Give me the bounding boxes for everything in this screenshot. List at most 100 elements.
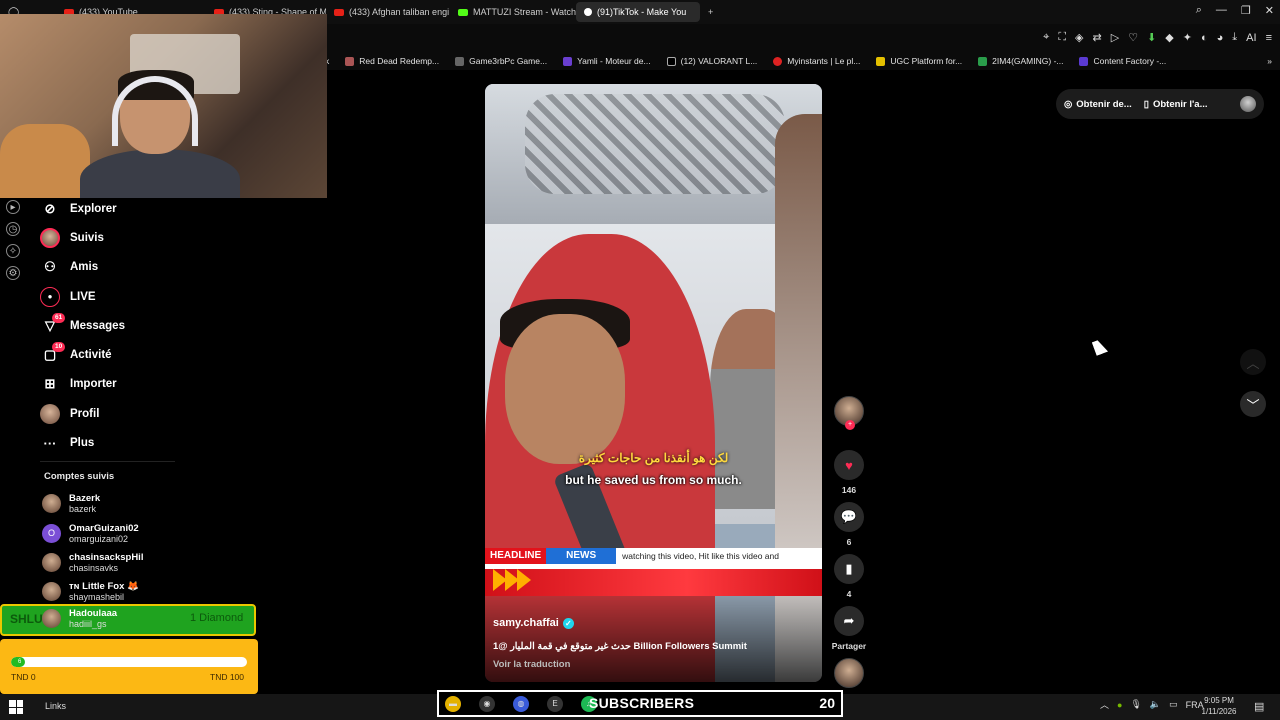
nav-live[interactable]: ● LIVE (40, 282, 240, 311)
chevron-down-icon: ﹀ (1246, 397, 1260, 413)
clock-time: 9:05 PM (1204, 696, 1234, 705)
followed-account[interactable]: chasinsackspHil chasinsavks (42, 548, 242, 577)
nav-plus[interactable]: ··· Plus (40, 428, 240, 457)
bookmark-item[interactable]: (12) VALORANT L... (666, 56, 757, 66)
chrome-icon[interactable]: ◍ (513, 695, 529, 712)
bookmark-item[interactable]: UGC Platform for... (876, 56, 962, 66)
bookmark-item[interactable]: Game3rbPc Game... (455, 56, 547, 66)
bookmarks-more-icon[interactable]: » (1267, 56, 1272, 66)
comment-icon: 💬 (840, 509, 858, 524)
close-icon[interactable]: ✕ (1265, 4, 1274, 17)
diamond-icon[interactable]: ◆ (1165, 31, 1173, 44)
save-count: 4 (846, 589, 852, 599)
shield-icon[interactable]: ◈ (1075, 31, 1083, 44)
nav-explorer[interactable]: ⊘ Explorer (40, 194, 240, 223)
taskbar-clock[interactable]: 9:05 PM 1/11/2026 (1194, 695, 1244, 717)
followed-account[interactable]: O OmarGuizani02 omarguizani02 (42, 518, 242, 547)
bookmark-item[interactable]: Content Factory -... (1079, 56, 1166, 66)
chevron-right-icon (517, 569, 531, 591)
followed-account[interactable]: ᴛɴ Little Fox 🦊 shaymashebil (42, 577, 242, 606)
video-author[interactable]: samy.chaffai ✓ (493, 617, 574, 629)
screenshot-icon[interactable]: ⛶ (1058, 31, 1066, 44)
ticker-text: watching this video, Hit like this video… (622, 551, 779, 561)
nav-messages[interactable]: ▽ 61 Messages (40, 311, 240, 340)
webcam-overlay (0, 14, 327, 198)
tab-afghan[interactable]: (433) Afghan taliban engi (326, 2, 450, 22)
music-disc-avatar[interactable] (834, 658, 864, 688)
player-icon[interactable]: ▸ (6, 200, 20, 214)
mouse-cursor-icon (1091, 338, 1109, 356)
bookmark-item[interactable]: Yamli - Moteur de... (563, 56, 651, 66)
taskbar-apps: ▬ ◉ ◍ E ♫ (439, 695, 597, 712)
get-coins-button[interactable]: ◎ Obtenir de... (1064, 99, 1132, 110)
divider (40, 461, 175, 462)
new-tab-button[interactable]: + (700, 2, 720, 22)
nvidia-icon[interactable]: ● (1117, 700, 1122, 710)
follow-plus-icon[interactable]: + (845, 420, 855, 430)
nav-importer[interactable]: ⊞ Importer (40, 370, 240, 399)
downloads-icon[interactable]: ⤓ (1232, 31, 1237, 44)
followed-account[interactable]: Bazerk bazerk (42, 489, 242, 518)
windows-start-icon[interactable] (9, 700, 23, 714)
next-video-button[interactable]: ﹀ (1240, 391, 1266, 417)
pin-icon[interactable]: ⌖ (1043, 31, 1049, 44)
get-app-button[interactable]: ▯ Obtenir l'a... (1144, 99, 1208, 110)
epic-games-icon[interactable]: E (547, 695, 563, 712)
comment-button[interactable]: 💬 (834, 502, 864, 532)
extensions-icon[interactable]: ✧ (6, 244, 20, 258)
ai-button[interactable]: AI (1246, 32, 1256, 44)
taskbar-links[interactable]: Links (45, 701, 66, 711)
upload-icon: ⊞ (44, 376, 56, 392)
creator-avatar[interactable]: + (834, 396, 864, 430)
browser-sidebar: ▸ ◷ ✧ ⚙ (6, 200, 20, 280)
bookmark-item[interactable]: 2IM4(GAMING) -... (978, 56, 1063, 66)
file-explorer-icon[interactable]: ▬ (445, 695, 461, 712)
nav-activite[interactable]: ▢ 10 Activité (40, 340, 240, 369)
tab-tiktok[interactable]: (91)TikTok - Make You (576, 2, 700, 22)
like-button[interactable]: ♥ (834, 450, 864, 480)
menu-icon[interactable]: ≡ (1266, 32, 1272, 44)
nav-amis[interactable]: ⚇ Amis (40, 253, 240, 282)
save-button[interactable]: ▮ (834, 554, 864, 584)
restore-icon[interactable]: ❐ (1241, 4, 1251, 17)
followed-account[interactable]: Hadoulaaa hadiiil_gs (42, 604, 192, 633)
tab-mattuzi[interactable]: MATTUZI Stream - Watch (450, 2, 576, 22)
compass-icon: ⊘ (44, 200, 56, 216)
messages-badge: 61 (52, 313, 66, 324)
bookmark-favicon-icon (563, 56, 573, 66)
translate-icon[interactable]: ⇄ (1093, 31, 1102, 44)
nav-profil[interactable]: Profil (40, 399, 240, 428)
tiktok-nav: ⊘ Explorer Suivis ⚇ Amis ● LIVE ▽ 61 Messages… (40, 194, 240, 458)
followed-accounts-title: Comptes suivis (44, 471, 115, 482)
video-calligraphy-sculpture (525, 94, 785, 194)
extension-icon[interactable]: ◐ (1201, 32, 1208, 44)
user-avatar[interactable] (1240, 96, 1256, 112)
avatar (42, 552, 61, 572)
puzzle-icon[interactable]: ✦ (1183, 31, 1192, 44)
volume-icon[interactable]: 🔈 (1150, 699, 1161, 710)
settings-icon[interactable]: ⚙ (6, 266, 20, 280)
previous-video-button[interactable]: ︿ (1240, 349, 1266, 375)
download-arrow-icon[interactable]: ⬇ (1147, 31, 1156, 44)
bookmark-item[interactable]: Red Dead Redemp... (345, 56, 439, 66)
obs-icon[interactable]: ◉ (479, 695, 495, 712)
chevron-up-icon[interactable]: ︿ (1100, 698, 1109, 711)
play-icon[interactable]: ▷ (1111, 31, 1119, 44)
notifications-icon[interactable]: ▤ (1254, 700, 1264, 713)
news-ticker: HEADLINE NEWS watching this video, Hit l… (485, 548, 822, 564)
microphone-icon[interactable]: 🎙 (1130, 699, 1141, 710)
minimize-icon[interactable]: — (1216, 4, 1227, 17)
webcam-sofa (0, 124, 90, 198)
nav-suivis[interactable]: Suivis (40, 223, 240, 252)
avatar: O (42, 523, 61, 543)
kick-icon (458, 8, 468, 16)
history-icon[interactable]: ◷ (6, 222, 20, 236)
subscribers-label: SUBSCRIBERS (589, 695, 695, 711)
bookmark-item[interactable]: Myinstants | Le pl... (773, 56, 860, 66)
profile-icon[interactable]: ◕ (1217, 32, 1224, 44)
share-button[interactable]: ➦ (834, 606, 864, 636)
heart-icon[interactable]: ♡ (1128, 31, 1138, 44)
network-icon[interactable]: ▭ (1169, 699, 1178, 710)
see-translation-link[interactable]: Voir la traduction (493, 659, 570, 670)
search-icon[interactable]: ⌕ (1196, 4, 1202, 17)
